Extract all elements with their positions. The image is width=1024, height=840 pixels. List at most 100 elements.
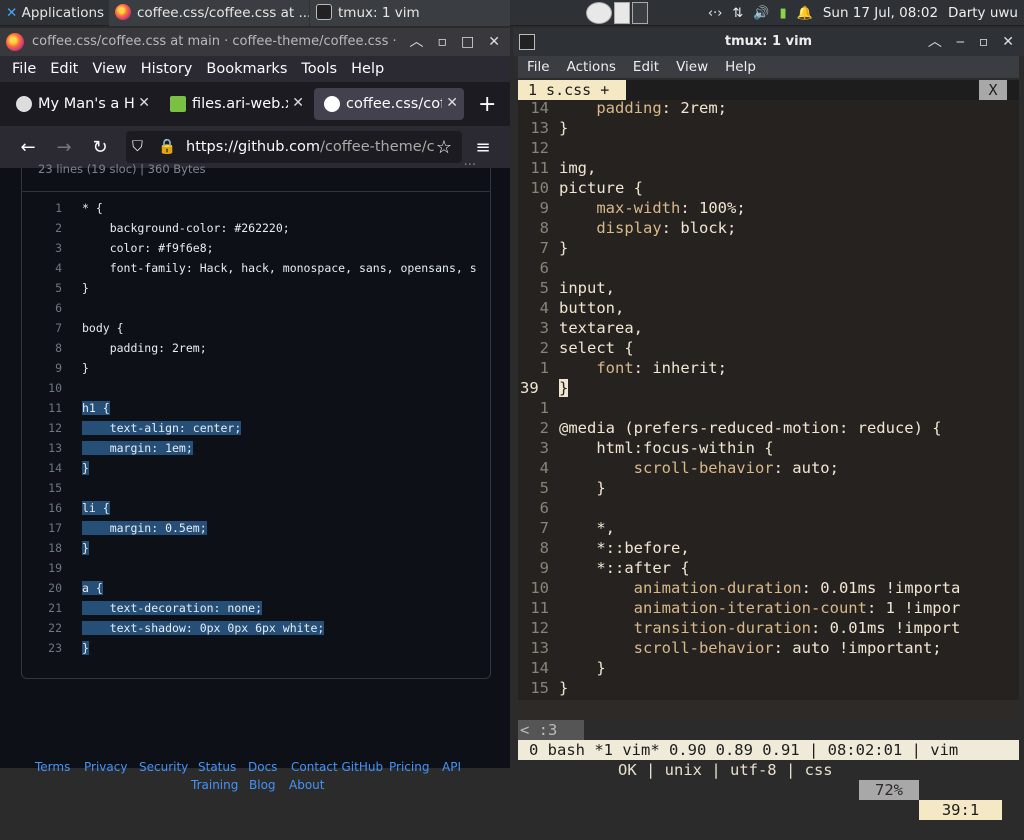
hamburger-menu-icon[interactable]: ≡ bbox=[465, 137, 501, 158]
close-tab-icon[interactable]: ✕ bbox=[446, 95, 458, 111]
line-number[interactable]: 18 bbox=[22, 538, 62, 558]
line-number[interactable]: 12 bbox=[22, 418, 62, 438]
line-number[interactable]: 17 bbox=[22, 518, 62, 538]
line-number[interactable]: 16 bbox=[22, 498, 62, 518]
line-number[interactable]: 3 bbox=[22, 238, 62, 258]
terminal-window: tmux: 1 vim ︿ ‒ ▫ ✕ File Actions Edit Vi… bbox=[513, 28, 1024, 820]
menu-view[interactable]: View bbox=[92, 61, 126, 77]
clock[interactable]: Sun 17 Jul, 08:02 bbox=[823, 5, 938, 21]
vim-line-number: 14 bbox=[530, 659, 549, 677]
maximize-icon[interactable]: □ bbox=[461, 28, 474, 56]
footer-link-docs[interactable]: Docs bbox=[248, 760, 277, 774]
close-icon[interactable]: ✕ bbox=[488, 28, 500, 56]
minimize-icon[interactable]: ▫ bbox=[438, 28, 448, 56]
vim-line-number: 15 bbox=[530, 679, 549, 697]
taskbar-item-tmux[interactable]: tmux: 1 vim bbox=[310, 0, 510, 26]
menu-help[interactable]: Help bbox=[351, 61, 384, 77]
collapse-icon[interactable]: ︿ bbox=[410, 28, 424, 56]
minimize-icon[interactable]: ‒ bbox=[956, 28, 965, 56]
volume-icon[interactable]: 🔊 bbox=[753, 6, 769, 21]
tab-1[interactable]: My Man's a He ✕ bbox=[6, 88, 156, 120]
menu-actions[interactable]: Actions bbox=[567, 59, 616, 75]
workspace-switcher[interactable] bbox=[586, 2, 648, 24]
menu-history[interactable]: History bbox=[141, 61, 193, 77]
network-icon[interactable]: ‹·› bbox=[708, 6, 723, 21]
browser-titlebar[interactable]: coffee.css/coffee.css at main · coffee-t… bbox=[0, 28, 510, 56]
menu-bookmarks[interactable]: Bookmarks bbox=[206, 61, 287, 77]
more-options-icon[interactable]: ··· bbox=[464, 158, 476, 173]
forward-icon[interactable]: → bbox=[46, 137, 82, 158]
footer-link-contact[interactable]: Contact GitHub bbox=[291, 760, 383, 774]
close-tab-icon[interactable]: ✕ bbox=[138, 95, 150, 111]
line-number[interactable]: 1 bbox=[22, 198, 62, 218]
code-viewer: 23 lines (19 sloc) | 360 Bytes ··· 1 * {2… bbox=[21, 158, 491, 679]
vim-line-number: 2 bbox=[539, 339, 549, 357]
menu-file[interactable]: File bbox=[12, 61, 36, 77]
shield-icon[interactable]: ⛉ bbox=[132, 131, 143, 163]
footer-link-training[interactable]: Training bbox=[191, 778, 238, 792]
line-number[interactable]: 21 bbox=[22, 598, 62, 618]
line-number[interactable]: 4 bbox=[22, 258, 62, 278]
line-number[interactable]: 13 bbox=[22, 438, 62, 458]
footer-link-pricing[interactable]: Pricing bbox=[389, 760, 429, 774]
menu-tools[interactable]: Tools bbox=[301, 61, 337, 77]
vim-line-number: 10 bbox=[530, 179, 549, 197]
footer-link-terms[interactable]: Terms bbox=[35, 760, 70, 774]
footer-link-privacy[interactable]: Privacy bbox=[84, 760, 127, 774]
footer-link-about[interactable]: About bbox=[289, 778, 324, 792]
vim-line-text: textarea, bbox=[559, 319, 643, 337]
vim-statusline: < :3 + OK | unix | utf-8 | css 72% 39:1 bbox=[518, 700, 1019, 820]
terminal-titlebar[interactable]: tmux: 1 vim ︿ ‒ ▫ ✕ bbox=[513, 28, 1024, 56]
line-number[interactable]: 23 bbox=[22, 638, 62, 658]
menu-edit[interactable]: Edit bbox=[50, 61, 78, 77]
battery-icon[interactable]: ▮ bbox=[779, 6, 786, 21]
vim-tab-active[interactable]: 1 s.css + bbox=[518, 80, 626, 100]
maximize-icon[interactable]: ▫ bbox=[979, 28, 989, 56]
code-line: 16 li { bbox=[22, 498, 490, 518]
bookmark-star-icon[interactable]: ☆ bbox=[426, 137, 462, 158]
line-number[interactable]: 5 bbox=[22, 278, 62, 298]
line-number[interactable]: 20 bbox=[22, 578, 62, 598]
applications-menu[interactable]: ✕ Applications bbox=[0, 0, 108, 26]
tab-3-active[interactable]: coffee.css/coff ✕ bbox=[314, 88, 464, 120]
line-number[interactable]: 19 bbox=[22, 558, 62, 578]
workspace-2[interactable] bbox=[614, 2, 630, 24]
footer-link-blog[interactable]: Blog bbox=[249, 778, 276, 792]
vim-line: 1 bbox=[518, 398, 1019, 418]
menu-file[interactable]: File bbox=[527, 59, 550, 75]
close-icon[interactable]: ✕ bbox=[1002, 28, 1014, 56]
taskbar-item-firefox[interactable]: coffee.css/coffee.css at ... bbox=[109, 0, 309, 26]
line-number[interactable]: 9 bbox=[22, 358, 62, 378]
vim-line: 2 select { bbox=[518, 338, 1019, 358]
line-number[interactable]: 2 bbox=[22, 218, 62, 238]
code-line: 1 * { bbox=[22, 198, 490, 218]
line-number[interactable]: 6 bbox=[22, 298, 62, 318]
line-number[interactable]: 7 bbox=[22, 318, 62, 338]
tab-2[interactable]: files.ari-web.x ✕ bbox=[160, 88, 310, 120]
menu-help[interactable]: Help bbox=[725, 59, 756, 75]
line-number[interactable]: 10 bbox=[22, 378, 62, 398]
vim-tab-close[interactable]: X bbox=[979, 80, 1007, 100]
workspace-1[interactable] bbox=[586, 2, 612, 24]
menu-edit[interactable]: Edit bbox=[633, 59, 659, 75]
line-number[interactable]: 15 bbox=[22, 478, 62, 498]
line-number[interactable]: 11 bbox=[22, 398, 62, 418]
collapse-icon[interactable]: ︿ bbox=[928, 28, 942, 56]
notification-bell-icon[interactable]: 🔔 bbox=[797, 6, 813, 21]
line-number[interactable]: 14 bbox=[22, 458, 62, 478]
url-bar[interactable]: ⛉ 🔒 https://github.com/coffee-theme/c bbox=[126, 131, 462, 163]
vim-buffer[interactable]: 14 padding: 2rem; 13} 12 11 img, 10 picture {9… bbox=[518, 100, 1019, 700]
transfer-icon[interactable]: ⇅ bbox=[732, 6, 743, 21]
footer-link-security[interactable]: Security bbox=[139, 760, 188, 774]
user-menu[interactable]: Darty uwu bbox=[948, 5, 1018, 21]
close-tab-icon[interactable]: ✕ bbox=[292, 95, 304, 111]
line-number[interactable]: 8 bbox=[22, 338, 62, 358]
workspace-3[interactable] bbox=[632, 2, 648, 24]
reload-icon[interactable]: ↻ bbox=[82, 137, 118, 158]
new-tab-icon[interactable]: + bbox=[478, 92, 496, 117]
menu-view[interactable]: View bbox=[676, 59, 708, 75]
line-number[interactable]: 22 bbox=[22, 618, 62, 638]
footer-link-status[interactable]: Status bbox=[198, 760, 236, 774]
back-icon[interactable]: ← bbox=[10, 137, 46, 158]
footer-link-api[interactable]: API bbox=[442, 760, 461, 774]
